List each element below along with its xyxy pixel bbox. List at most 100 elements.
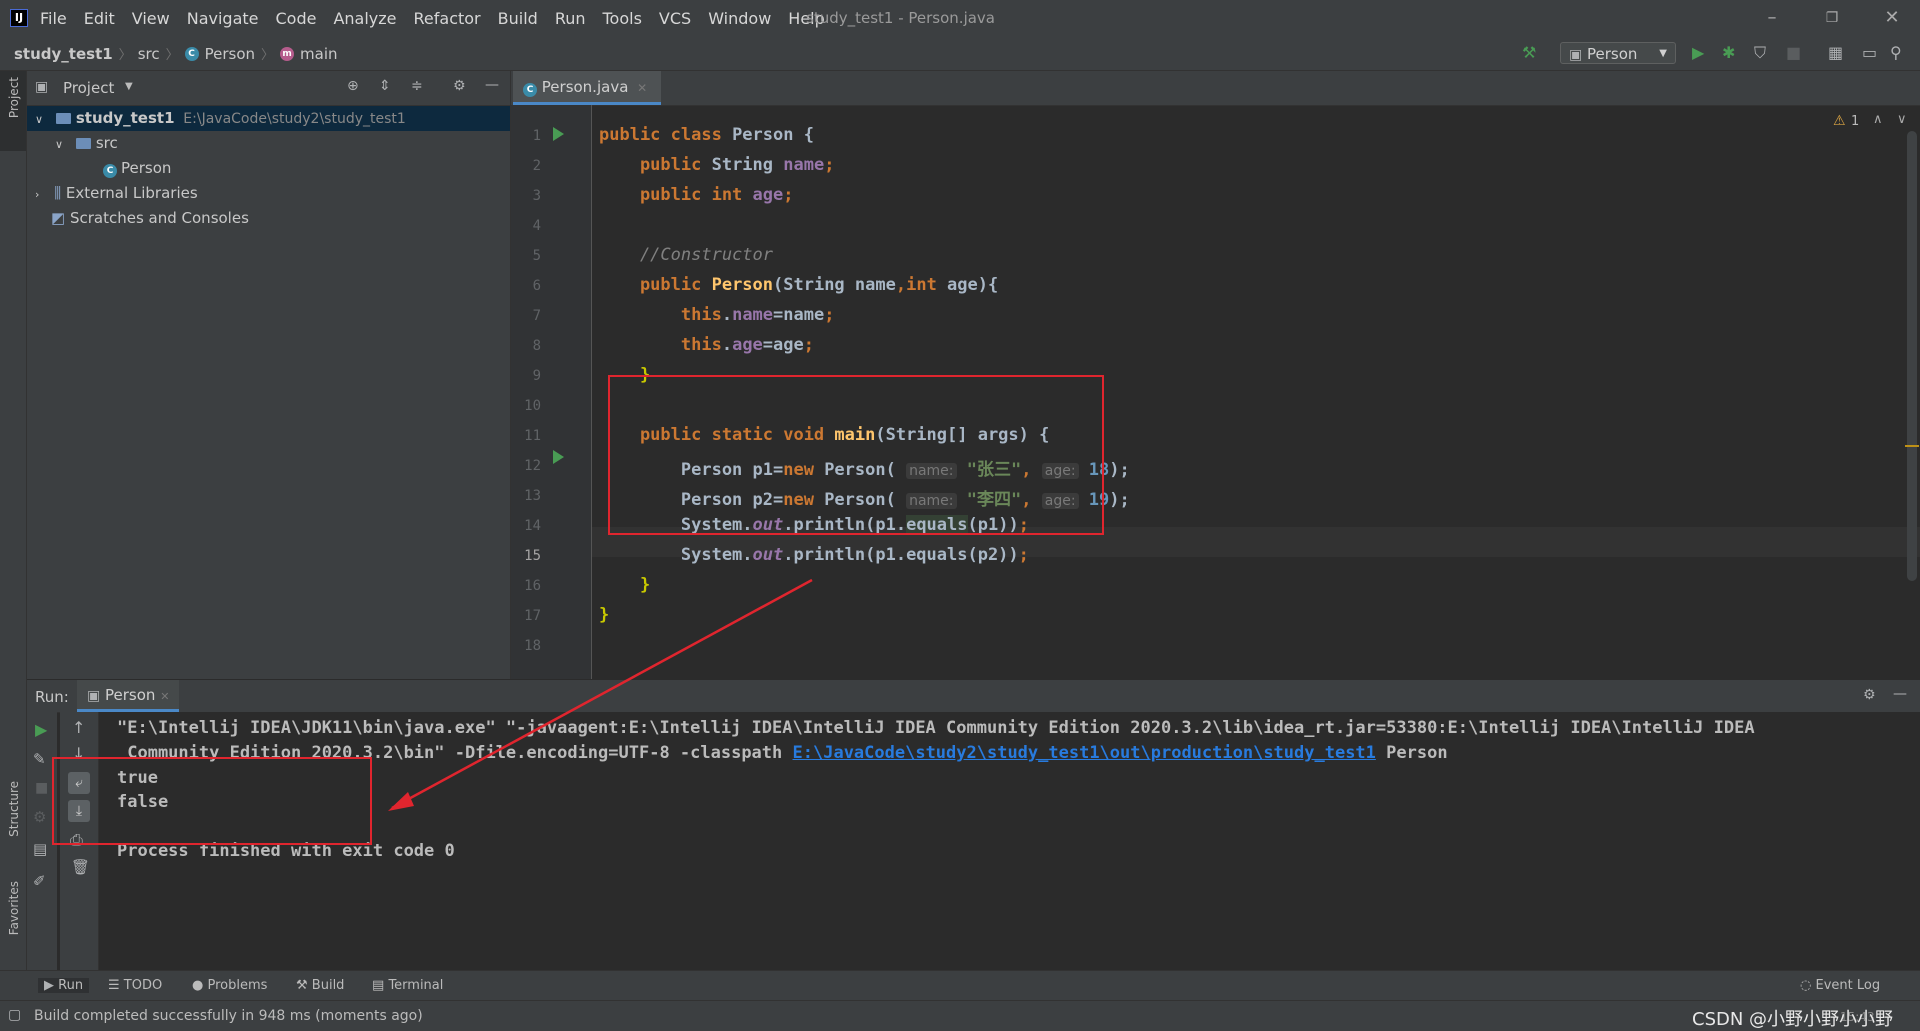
intellij-logo-icon: IJ xyxy=(10,9,28,27)
pin-icon[interactable]: ✐ xyxy=(33,872,46,890)
menu-code[interactable]: Code xyxy=(276,9,317,28)
breadcrumb: study_test1 〉 src 〉 C Person 〉 m main xyxy=(14,44,338,64)
class-icon: C xyxy=(184,46,199,61)
breadcrumb-class[interactable]: Person xyxy=(205,45,255,63)
breadcrumb-project[interactable]: study_test1 xyxy=(14,45,113,63)
favorites-tool-label[interactable]: Favorites xyxy=(7,881,21,935)
run-configuration-select[interactable]: ▣ Person ▼ xyxy=(1560,42,1676,64)
layout-icon[interactable]: ▤ xyxy=(33,840,47,858)
previous-highlight-icon[interactable]: ∧ xyxy=(1873,112,1883,127)
run-icon[interactable]: ▶ xyxy=(1692,44,1704,62)
up-arrow-icon[interactable]: ↑ xyxy=(72,718,85,737)
chevron-right-icon: 〉 xyxy=(118,48,132,63)
menu-build[interactable]: Build xyxy=(498,9,538,28)
gear-icon[interactable]: ⚙ xyxy=(453,78,466,94)
window-title: study_test1 - Person.java xyxy=(806,9,996,27)
status-layout-icon[interactable]: ▢ xyxy=(8,1007,21,1023)
console-command-line-1: "E:\Intellij IDEA\JDK11\bin\java.exe" "-… xyxy=(117,718,1755,738)
bottom-tab-todo[interactable]: ☰ TODO xyxy=(108,978,162,993)
build-hammer-icon[interactable]: ⚒ xyxy=(1522,44,1536,62)
stop-icon[interactable]: ■ xyxy=(35,780,48,796)
stop-icon[interactable]: ■ xyxy=(1786,44,1801,62)
menu-tools[interactable]: Tools xyxy=(603,9,642,28)
hide-panel-icon[interactable]: — xyxy=(485,77,499,93)
hide-panel-icon[interactable]: — xyxy=(1893,686,1907,702)
structure-tool-label[interactable]: Structure xyxy=(7,781,21,837)
menu-file[interactable]: File xyxy=(40,9,67,28)
event-log-button[interactable]: ◌ Event Log xyxy=(1800,978,1880,993)
chevron-right-icon: 〉 xyxy=(261,48,275,63)
tab-close-icon[interactable]: ✕ xyxy=(637,81,647,95)
debug-icon[interactable]: ✱ xyxy=(1722,44,1735,62)
console-output[interactable]: "E:\Intellij IDEA\JDK11\bin\java.exe" "-… xyxy=(99,712,1920,970)
next-highlight-icon[interactable]: ∨ xyxy=(1897,112,1907,127)
status-bar: ▢ Build completed successfully in 948 ms… xyxy=(0,1000,1920,1031)
expand-all-icon[interactable]: ⇕ xyxy=(379,78,391,94)
tree-item-src[interactable]: ∨ src xyxy=(27,131,510,156)
menu-view[interactable]: View xyxy=(132,9,170,28)
close-icon[interactable]: ✕ xyxy=(1880,6,1904,30)
bottom-tab-run[interactable]: ▶ Run xyxy=(38,978,90,993)
class-icon: C xyxy=(103,164,117,178)
trash-icon[interactable]: 🗑 xyxy=(71,858,90,876)
restore-icon[interactable]: ❐ xyxy=(1820,6,1844,30)
project-structure-icon[interactable]: ▦ xyxy=(1828,44,1843,62)
bottom-tab-terminal[interactable]: ▤ Terminal xyxy=(372,978,443,993)
module-folder-icon xyxy=(55,113,71,124)
bottom-tab-problems[interactable]: ● Problems xyxy=(192,978,267,993)
code-line-7: this.name=name; xyxy=(599,305,835,325)
code-line-2: public String name; xyxy=(599,155,835,175)
breadcrumb-src[interactable]: src xyxy=(138,45,160,63)
code-editor: C Person.java ✕ 1 2 3 4 5 6 7 8 9 10 11 … xyxy=(511,71,1920,679)
locate-icon[interactable]: ⊕ xyxy=(347,78,359,94)
project-tool-button[interactable]: Project xyxy=(0,71,26,151)
menu-analyze[interactable]: Analyze xyxy=(333,9,396,28)
menu-refactor[interactable]: Refactor xyxy=(414,9,481,28)
warning-icon[interactable]: ⚠ xyxy=(1833,113,1846,129)
menu-vcs[interactable]: VCS xyxy=(659,9,691,28)
classpath-link[interactable]: E:\JavaCode\study2\study_test1\out\produ… xyxy=(793,743,1376,763)
dropdown-arrow-icon: ▼ xyxy=(1659,48,1667,59)
menu-edit[interactable]: Edit xyxy=(84,9,115,28)
menu-window[interactable]: Window xyxy=(708,9,771,28)
chevron-down-icon: ∨ xyxy=(55,138,64,151)
method-icon: m xyxy=(280,46,295,61)
menu-navigate[interactable]: Navigate xyxy=(187,9,259,28)
editor-tab-person-java[interactable]: C Person.java ✕ xyxy=(513,71,662,105)
config-icon: ▣ xyxy=(1569,47,1583,63)
run-configuration-label: Person xyxy=(1587,45,1638,63)
tree-item-external-libraries[interactable]: › ⫼ External Libraries xyxy=(27,181,510,206)
breadcrumb-method[interactable]: main xyxy=(300,45,337,63)
presentation-icon[interactable]: ▭ xyxy=(1862,44,1877,62)
bottom-tool-tabs: ▶ Run ☰ TODO ● Problems ⚒ Build ▤ Termin… xyxy=(0,970,1920,1001)
run-tab-close-icon[interactable]: ✕ xyxy=(160,690,169,703)
warning-count: 1 xyxy=(1851,114,1860,129)
code-line-6: public Person(String name,int age){ xyxy=(599,275,999,295)
project-panel-title[interactable]: Project xyxy=(63,79,114,97)
rerun-icon[interactable]: ▶ xyxy=(35,720,47,739)
chevron-right-icon: 〉 xyxy=(165,48,179,63)
settings-dim-icon[interactable]: ⚙ xyxy=(33,808,46,826)
annotation-box-output xyxy=(52,757,372,845)
left-tool-strip: Project Structure Favorites xyxy=(0,71,27,981)
bottom-tab-build[interactable]: ⚒ Build xyxy=(296,978,344,993)
run-tab-person[interactable]: ▣ Person ✕ xyxy=(77,680,180,712)
minimize-icon[interactable]: – xyxy=(1760,6,1784,30)
annotation-box-code xyxy=(608,375,1104,535)
collapse-all-icon[interactable]: ≑ xyxy=(411,78,423,94)
code-line-5: //Constructor xyxy=(599,245,773,265)
tree-item-person[interactable]: C Person xyxy=(27,156,510,181)
dropdown-arrow-icon[interactable]: ▼ xyxy=(125,81,133,92)
editor-scrollbar[interactable] xyxy=(1907,131,1917,581)
tree-item-scratches[interactable]: ◩ Scratches and Consoles xyxy=(27,206,510,231)
menu-run[interactable]: Run xyxy=(555,9,586,28)
search-icon[interactable]: ⚲ xyxy=(1890,44,1902,62)
wrench-icon[interactable]: ✎ xyxy=(33,750,46,768)
gear-icon[interactable]: ⚙ xyxy=(1863,687,1876,703)
tree-item-root[interactable]: ∨ study_test1 E:\JavaCode\study2\study_t… xyxy=(27,106,510,131)
list-icon: ☰ xyxy=(108,978,120,993)
class-icon: C xyxy=(523,83,537,97)
project-panel-header: ▣ Project ▼ ⊕ ⇕ ≑ ⚙ — xyxy=(27,71,510,106)
coverage-icon[interactable]: ⛉ xyxy=(1754,44,1766,62)
code-line-3: public int age; xyxy=(599,185,794,205)
